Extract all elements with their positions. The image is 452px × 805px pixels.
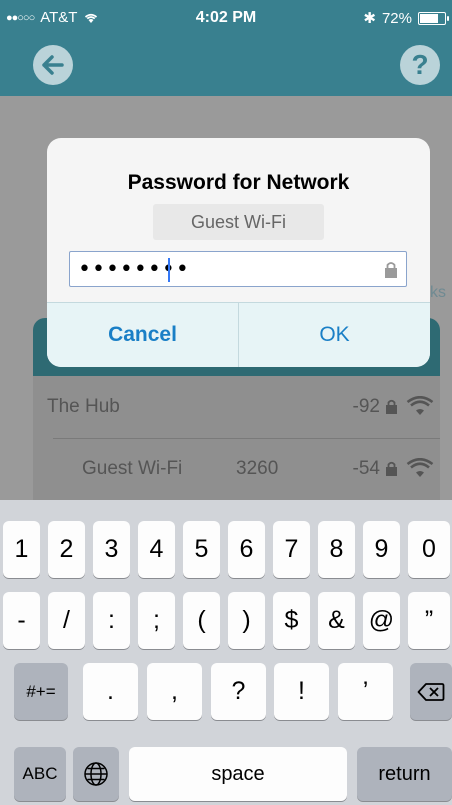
- globe-icon: [84, 762, 108, 786]
- dialog-title: Password for Network: [127, 171, 350, 194]
- key-colon[interactable]: :: [93, 592, 130, 649]
- numeric-keyboard: 1 2 3 4 5 6 7 8 9 0 - / : ; ( ) $ & @ ” …: [0, 500, 452, 805]
- cancel-button[interactable]: Cancel: [47, 303, 239, 367]
- key-exclamation[interactable]: !: [274, 663, 329, 720]
- key-hyphen[interactable]: -: [3, 592, 40, 649]
- back-button[interactable]: [33, 45, 73, 85]
- lock-icon: [386, 399, 397, 414]
- bluetooth-icon: ✱: [363, 10, 376, 27]
- key-4[interactable]: 4: [138, 521, 175, 578]
- help-button[interactable]: ?: [400, 45, 440, 85]
- key-3[interactable]: 3: [93, 521, 130, 578]
- network-rssi: -92: [352, 396, 380, 417]
- key-9[interactable]: 9: [363, 521, 400, 578]
- key-at[interactable]: @: [363, 592, 400, 649]
- arrow-left-icon: [42, 55, 64, 75]
- lock-icon: [386, 461, 397, 476]
- nav-bar: ?: [0, 36, 452, 96]
- more-symbols-key[interactable]: #+=: [14, 663, 68, 720]
- wifi-signal-icon: [406, 458, 434, 477]
- network-name: The Hub: [47, 396, 120, 417]
- dialog-buttons: Cancel OK: [47, 302, 430, 367]
- password-dialog: Password for Network Guest Wi-Fi •••••••…: [47, 138, 430, 367]
- wifi-signal-icon: [406, 396, 434, 415]
- hidden-link-text: ks: [430, 284, 446, 301]
- key-apostrophe[interactable]: ’: [338, 663, 393, 720]
- key-comma[interactable]: ,: [147, 663, 202, 720]
- key-semicolon[interactable]: ;: [138, 592, 175, 649]
- help-icon: ?: [411, 49, 429, 80]
- return-key[interactable]: return: [357, 747, 452, 801]
- lock-icon: [385, 262, 397, 278]
- key-6[interactable]: 6: [228, 521, 265, 578]
- network-row[interactable]: Guest Wi-Fi 3260 -54: [33, 438, 440, 500]
- abc-key[interactable]: ABC: [14, 747, 66, 801]
- key-open-paren[interactable]: (: [183, 592, 220, 649]
- key-7[interactable]: 7: [273, 521, 310, 578]
- network-list: The Hub -92 Guest Wi-Fi 3260 -54: [33, 376, 440, 500]
- text-caret: [168, 258, 170, 282]
- key-8[interactable]: 8: [318, 521, 355, 578]
- battery-percent: 72%: [381, 9, 412, 27]
- key-slash[interactable]: /: [48, 592, 85, 649]
- key-ampersand[interactable]: &: [318, 592, 355, 649]
- network-rssi: -54: [352, 458, 380, 479]
- key-0[interactable]: 0: [408, 521, 450, 578]
- backspace-icon: [417, 682, 445, 701]
- key-2[interactable]: 2: [48, 521, 85, 578]
- network-name: Guest Wi-Fi: [82, 458, 183, 479]
- ok-button[interactable]: OK: [239, 303, 430, 367]
- network-channel: 3260: [236, 458, 279, 479]
- key-period[interactable]: .: [83, 663, 138, 720]
- space-key[interactable]: space: [129, 747, 347, 801]
- password-input[interactable]: ••••••••: [69, 251, 407, 287]
- status-bar: ●●○○○ AT&T 4:02 PM ✱ 72%: [0, 0, 452, 36]
- key-close-paren[interactable]: ): [228, 592, 265, 649]
- key-quote[interactable]: ”: [408, 592, 450, 649]
- password-value: ••••••••: [78, 257, 190, 282]
- key-1[interactable]: 1: [3, 521, 40, 578]
- delete-key[interactable]: [410, 663, 452, 720]
- network-row[interactable]: The Hub -92: [33, 376, 440, 439]
- key-dollar[interactable]: $: [273, 592, 310, 649]
- globe-key[interactable]: [73, 747, 119, 801]
- key-question[interactable]: ?: [211, 663, 266, 720]
- dialog-network-name: Guest Wi-Fi: [153, 204, 324, 240]
- battery-icon: [418, 11, 449, 25]
- key-5[interactable]: 5: [183, 521, 220, 578]
